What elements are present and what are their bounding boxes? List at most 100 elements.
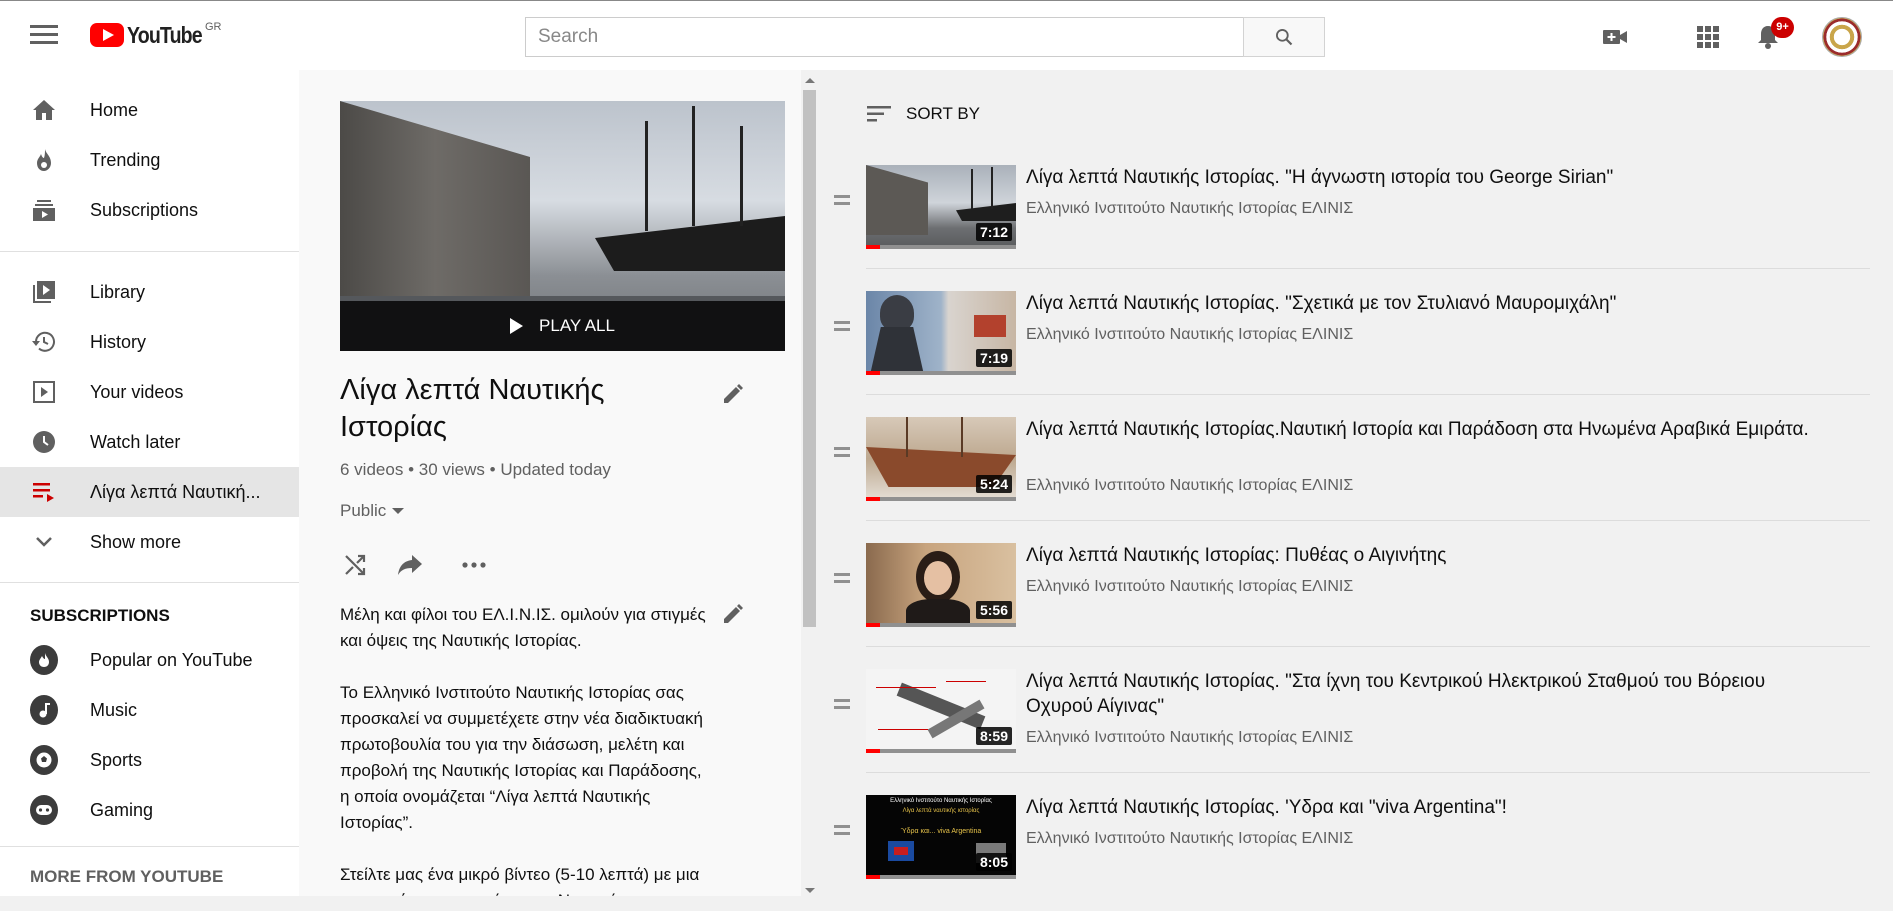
playlist-thumbnail[interactable]: PLAY ALL (340, 101, 785, 351)
video-channel[interactable]: Ελληνικό Ινστιτούτο Ναυτικής Ιστορίας ΕΛ… (1026, 578, 1353, 596)
create-video-icon[interactable] (1601, 23, 1629, 51)
video-channel[interactable]: Ελληνικό Ινστιτούτο Ναυτικής Ιστορίας ΕΛ… (1026, 326, 1353, 344)
video-channel[interactable]: Ελληνικό Ινστιτούτο Ναυτικής Ιστορίας ΕΛ… (1026, 477, 1353, 495)
sidebar-item-gaming[interactable]: Gaming (0, 785, 299, 835)
drag-handle-icon[interactable] (834, 195, 850, 209)
notifications-badge: 9+ (1771, 17, 1794, 38)
sidebar-item-label: Trending (90, 149, 161, 170)
video-thumbnail[interactable]: 7:19 (866, 291, 1016, 375)
row-divider (866, 394, 1870, 395)
scroll-up-icon[interactable] (805, 78, 815, 83)
video-channel[interactable]: Ελληνικό Ινστιτούτο Ναυτικής Ιστορίας ΕΛ… (1026, 200, 1353, 218)
more-from-youtube-heading: MORE FROM YOUTUBE (30, 867, 224, 886)
search-input[interactable] (525, 17, 1325, 57)
video-thumbnail[interactable]: 7:12 (866, 165, 1016, 249)
row-divider (866, 268, 1870, 269)
thumbnail-mast (740, 126, 743, 226)
video-channel[interactable]: Ελληνικό Ινστιτούτο Ναυτικής Ιστορίας ΕΛ… (1026, 830, 1353, 848)
scroll-down-icon[interactable] (805, 888, 815, 893)
privacy-value: Public (340, 501, 387, 520)
video-thumbnail[interactable]: 5:24 (866, 417, 1016, 501)
gaming-icon (30, 795, 58, 825)
sidebar-item-label: Sports (90, 749, 143, 770)
video-title[interactable]: Λίγα λεπτά Ναυτικής Ιστορίας: Πυθέας ο Α… (1026, 543, 1826, 568)
sidebar-item-label: Λίγα λεπτά Ναυτική... (90, 481, 261, 502)
sidebar-item-playlist[interactable]: Λίγα λεπτά Ναυτική... (0, 467, 299, 517)
video-title[interactable]: Λίγα λεπτά Ναυτικής Ιστορίας.Ναυτική Ιστ… (1026, 417, 1826, 442)
video-channel[interactable]: Ελληνικό Ινστιτούτο Ναυτικής Ιστορίας ΕΛ… (1026, 729, 1353, 747)
thumbnail-ship (595, 216, 785, 271)
shuffle-icon[interactable] (340, 550, 370, 580)
popular-icon (30, 645, 58, 675)
sidebar-item-label: Gaming (90, 799, 154, 820)
sidebar-item-label: Show more (90, 531, 182, 552)
video-thumbnail[interactable]: Ελληνικό Ινστιτούτο Ναυτικής Ιστορίας Λί… (866, 795, 1016, 879)
thumbnail-building (340, 101, 530, 301)
video-duration: 5:24 (975, 475, 1012, 493)
sidebar-item-show-more[interactable]: Show more (0, 517, 299, 567)
sidebar-item-sports[interactable]: Sports (0, 735, 299, 785)
sidebar-item-library[interactable]: Library (0, 267, 299, 317)
sidebar-item-music[interactable]: Music (0, 685, 299, 735)
drag-handle-icon[interactable] (834, 699, 850, 713)
share-icon[interactable] (395, 550, 425, 580)
video-title[interactable]: Λίγα λεπτά Ναυτικής Ιστορίας. 'Υδρα και … (1026, 795, 1826, 820)
play-all-button[interactable]: PLAY ALL (340, 301, 785, 351)
playlist-stats: 6 videos • 30 views • Updated today (340, 460, 611, 480)
sidebar-item-label: Subscriptions (90, 199, 199, 220)
drag-handle-icon[interactable] (834, 321, 850, 335)
sidebar-item-your-videos[interactable]: Your videos (0, 367, 299, 417)
videos-count: 6 videos (340, 460, 404, 479)
account-avatar[interactable] (1822, 17, 1862, 57)
youtube-logo[interactable]: YouTube GR (90, 21, 221, 47)
scrollbar-thumb[interactable] (803, 90, 816, 627)
sidebar-item-subscriptions[interactable]: Subscriptions (0, 185, 299, 235)
stats-separator: • (489, 460, 501, 479)
drag-handle-icon[interactable] (834, 825, 850, 839)
menu-icon[interactable] (30, 25, 58, 47)
video-thumbnail[interactable]: 5:56 (866, 543, 1016, 627)
subscriptions-icon (30, 196, 58, 224)
home-icon (30, 96, 58, 124)
drag-handle-icon[interactable] (834, 447, 850, 461)
sidebar-item-trending[interactable]: Trending (0, 135, 299, 185)
sidebar-item-popular[interactable]: Popular on YouTube (0, 635, 299, 685)
sidebar-item-watch-later[interactable]: Watch later (0, 417, 299, 467)
playlist-video-row[interactable]: 7:19 Λίγα λεπτά Ναυτικής Ιστορίας. "Σχετ… (830, 281, 1870, 407)
playlist-title: Λίγα λεπτά Ναυτικής Ιστορίας (340, 374, 605, 443)
thumbnail-caption: Λίγα λεπτά ναυτικής ιστορίας (902, 808, 980, 814)
playlist-video-row[interactable]: Ελληνικό Ινστιτούτο Ναυτικής Ιστορίας Λί… (830, 785, 1870, 911)
video-title[interactable]: Λίγα λεπτά Ναυτικής Ιστορίας. "Στα ίχνη … (1026, 669, 1826, 719)
sort-icon (867, 106, 891, 122)
sidebar-item-history[interactable]: History (0, 317, 299, 367)
thumbnail-mast (692, 106, 695, 226)
thumbnail-caption: Ελληνικό Ινστιτούτο Ναυτικής Ιστορίας (890, 798, 992, 804)
music-icon (30, 695, 58, 725)
edit-description-icon[interactable] (719, 600, 747, 628)
playlist-video-row[interactable]: 7:12 Λίγα λεπτά Ναυτικής Ιστορίας. "Η άγ… (830, 155, 1870, 281)
video-title[interactable]: Λίγα λεπτά Ναυτικής Ιστορίας. "Σχετικά μ… (1026, 291, 1826, 316)
privacy-dropdown[interactable]: Public (340, 501, 405, 521)
video-duration: 5:56 (975, 601, 1012, 619)
sidebar-divider (0, 251, 299, 252)
apps-icon[interactable] (1694, 23, 1722, 51)
playlist-video-row[interactable]: 5:56 Λίγα λεπτά Ναυτικής Ιστορίας: Πυθέα… (830, 533, 1870, 659)
video-title[interactable]: Λίγα λεπτά Ναυτικής Ιστορίας. "Η άγνωστη… (1026, 165, 1826, 190)
more-options-icon[interactable] (459, 550, 489, 580)
updated-text: Updated today (500, 460, 611, 479)
playlist-video-row[interactable]: 8:59 Λίγα λεπτά Ναυτικής Ιστορίας. "Στα … (830, 659, 1870, 785)
video-duration: 7:19 (975, 349, 1012, 367)
playlist-video-row[interactable]: 5:24 Λίγα λεπτά Ναυτικής Ιστορίας.Ναυτικ… (830, 407, 1870, 533)
sort-by-button[interactable]: SORT BY (866, 104, 980, 124)
sidebar-item-home[interactable]: Home (0, 85, 299, 135)
video-thumbnail[interactable]: 8:59 (866, 669, 1016, 753)
edit-title-icon[interactable] (719, 380, 747, 408)
playlist-description: Μέλη και φίλοι του ΕΛ.Ι.Ν.ΙΣ. ομιλούν γι… (340, 602, 710, 896)
sidebar-item-label: History (90, 331, 147, 352)
playlist-icon (30, 478, 58, 506)
drag-handle-icon[interactable] (834, 573, 850, 587)
subscriptions-heading: SUBSCRIPTIONS (30, 606, 170, 625)
sidebar-item-label: Library (90, 281, 146, 302)
search-button[interactable] (1243, 17, 1325, 57)
sports-icon (30, 745, 58, 775)
